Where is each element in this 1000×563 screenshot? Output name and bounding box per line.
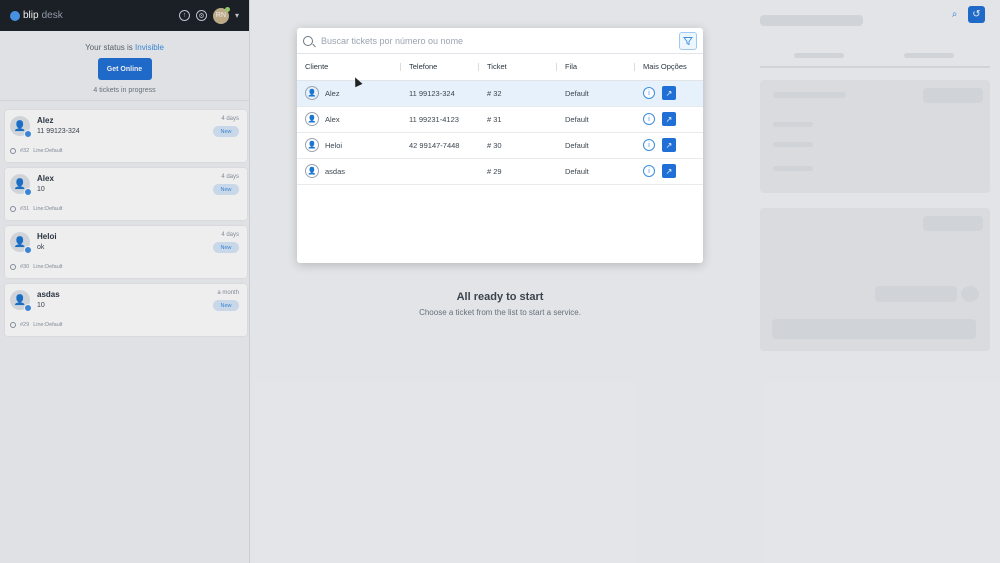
user-icon: 👤	[305, 86, 319, 100]
ticket-number: # 31	[479, 106, 557, 133]
client-phone: 11 99231-4123	[401, 106, 479, 133]
ticket-search-modal: Cliente Telefone Ticket Fila Mais Opções…	[297, 28, 703, 263]
filter-button[interactable]	[679, 31, 697, 50]
open-ticket-button[interactable]: ↗	[662, 112, 676, 126]
column-header-more-options: Mais Opções	[635, 54, 703, 81]
search-icon	[303, 35, 313, 46]
client-name: asdas	[325, 166, 346, 176]
client-phone: 42 99147-7448	[401, 132, 479, 159]
column-header-client[interactable]: Cliente	[297, 54, 401, 81]
info-button[interactable]: i	[643, 139, 655, 151]
search-bar	[297, 28, 703, 54]
client-name: Alez	[325, 88, 340, 98]
open-ticket-button[interactable]: ↗	[662, 164, 676, 178]
client-phone	[401, 158, 479, 185]
user-icon: 👤	[305, 138, 319, 152]
ticket-search-input[interactable]	[321, 35, 679, 46]
queue-name: Default	[557, 80, 635, 107]
info-button[interactable]: i	[643, 113, 655, 125]
tickets-table: Cliente Telefone Ticket Fila Mais Opções…	[297, 54, 703, 185]
open-ticket-button[interactable]: ↗	[662, 86, 676, 100]
info-button[interactable]: i	[643, 165, 655, 177]
user-icon: 👤	[305, 112, 319, 126]
filter-icon	[683, 36, 693, 45]
app-root: blip desk ↑ ⚙ RN ▾ Your status is Invisib…	[0, 0, 1000, 563]
client-phone: 11 99123-324	[401, 80, 479, 107]
open-ticket-button[interactable]: ↗	[662, 138, 676, 152]
table-row[interactable]: 👤 asdas # 29 Default i ↗	[297, 158, 703, 185]
table-row[interactable]: 👤 Heloi 42 99147-7448 # 30 Default i ↗	[297, 132, 703, 159]
user-icon: 👤	[305, 164, 319, 178]
column-header-phone[interactable]: Telefone	[401, 54, 479, 81]
column-header-ticket[interactable]: Ticket	[479, 54, 557, 81]
ticket-number: # 32	[479, 80, 557, 107]
client-name: Alex	[325, 114, 340, 124]
ticket-number: # 30	[479, 132, 557, 159]
table-row[interactable]: 👤 Alex 11 99231-4123 # 31 Default i ↗	[297, 106, 703, 133]
queue-name: Default	[557, 132, 635, 159]
column-header-queue[interactable]: Fila	[557, 54, 635, 81]
queue-name: Default	[557, 106, 635, 133]
queue-name: Default	[557, 158, 635, 185]
ticket-number: # 29	[479, 158, 557, 185]
client-name: Heloi	[325, 140, 343, 150]
info-button[interactable]: i	[643, 87, 655, 99]
